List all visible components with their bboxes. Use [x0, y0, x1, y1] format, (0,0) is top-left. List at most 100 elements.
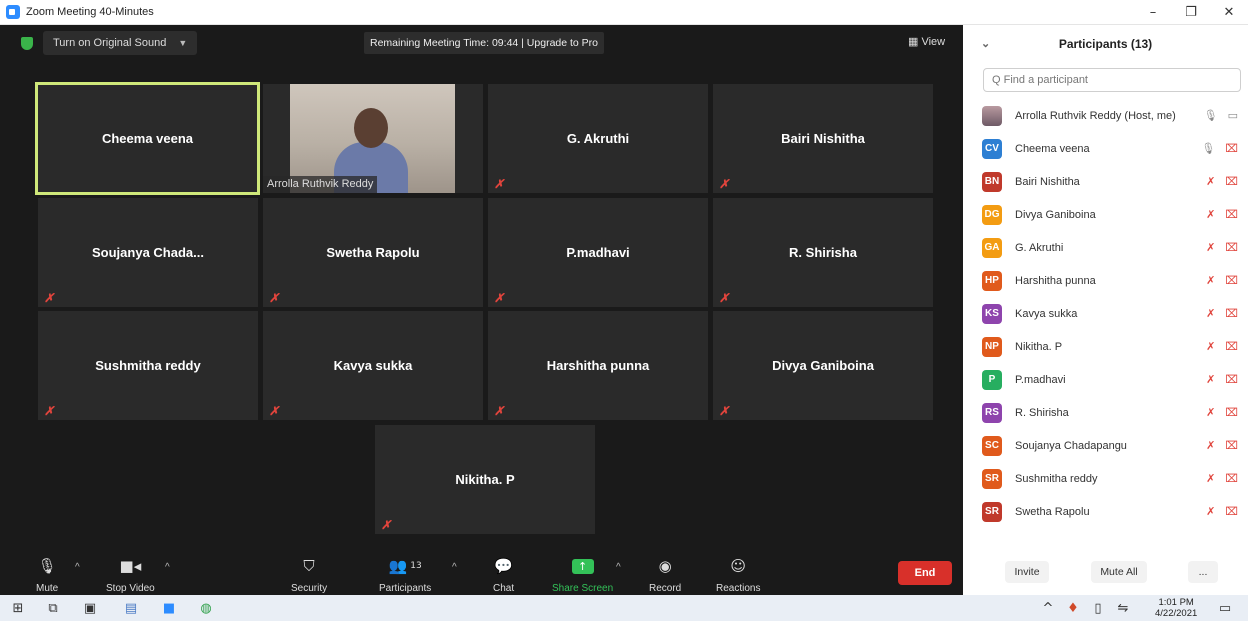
- original-sound-button[interactable]: Turn on Original Sound ▼: [43, 31, 198, 55]
- tile-name: Nikitha. P: [455, 472, 515, 487]
- participant-status: ✗ ⌧: [1206, 241, 1238, 254]
- participant-name: Harshitha punna: [1015, 274, 1096, 287]
- mute-label: Mute: [36, 583, 59, 594]
- video-off-icon[interactable]: ⌧: [1225, 274, 1238, 287]
- chat-button[interactable]: 💬 Chat: [493, 555, 514, 594]
- video-tile[interactable]: Divya Ganiboina ✗: [713, 311, 933, 420]
- participant-row[interactable]: GA G. Akruthi ✗ ⌧: [963, 231, 1248, 264]
- stop-video-button[interactable]: ■◂ Stop Video: [106, 555, 155, 594]
- participant-row[interactable]: SR Sushmitha reddy ✗ ⌧: [963, 462, 1248, 495]
- share-options-chevron-icon[interactable]: ^: [616, 562, 621, 573]
- video-tile[interactable]: R. Shirisha ✗: [713, 198, 933, 307]
- end-meeting-button[interactable]: End: [898, 561, 952, 585]
- video-tile-self[interactable]: Arrolla Ruthvik Reddy: [263, 84, 483, 193]
- zoom-taskbar-icon[interactable]: ■: [161, 600, 177, 616]
- participant-row[interactable]: Arrolla Ruthvik Reddy (Host, me) 🎙 ▭: [963, 99, 1248, 132]
- close-button[interactable]: ✕: [1210, 0, 1248, 25]
- participant-row[interactable]: RS R. Shirisha ✗ ⌧: [963, 396, 1248, 429]
- video-off-icon[interactable]: ⌧: [1225, 175, 1238, 188]
- participant-row[interactable]: NP Nikitha. P ✗ ⌧: [963, 330, 1248, 363]
- video-off-icon[interactable]: ⌧: [1225, 241, 1238, 254]
- video-options-chevron-icon[interactable]: ^: [165, 562, 170, 573]
- participants-button[interactable]: 👥 13 Participants: [379, 555, 431, 594]
- tile-name: R. Shirisha: [789, 245, 857, 260]
- task-view-icon[interactable]: ⧉: [45, 600, 61, 616]
- video-tile[interactable]: Nikitha. P ✗: [375, 425, 595, 534]
- video-camera-icon[interactable]: ▭: [1228, 109, 1238, 122]
- video-off-icon[interactable]: ⌧: [1225, 505, 1238, 518]
- reactions-button[interactable]: ☺ Reactions: [716, 555, 760, 594]
- system-clock[interactable]: 1:01 PM 4/22/2021: [1155, 597, 1197, 619]
- battery-icon[interactable]: ▯: [1090, 600, 1106, 616]
- video-off-icon[interactable]: ⌧: [1225, 208, 1238, 221]
- restore-button[interactable]: ❐: [1172, 0, 1210, 25]
- video-tile[interactable]: Harshitha punna ✗: [488, 311, 708, 420]
- tile-name: Bairi Nishitha: [781, 131, 865, 146]
- video-off-icon[interactable]: ⌧: [1225, 406, 1238, 419]
- mic-muted-icon[interactable]: ✗: [1206, 406, 1215, 419]
- security-label: Security: [291, 583, 328, 594]
- mic-muted-icon[interactable]: ✗: [1206, 175, 1215, 188]
- chevron-down-icon[interactable]: ▼: [178, 38, 187, 48]
- microphone-icon[interactable]: 🎙: [1201, 142, 1215, 155]
- video-tile[interactable]: Sushmitha reddy ✗: [38, 311, 258, 420]
- video-off-icon[interactable]: ⌧: [1225, 373, 1238, 386]
- mic-muted-icon[interactable]: ✗: [1206, 208, 1215, 221]
- store-icon[interactable]: ▣: [82, 600, 98, 616]
- video-tile[interactable]: Kavya sukka ✗: [263, 311, 483, 420]
- video-off-icon[interactable]: ⌧: [1225, 142, 1238, 155]
- notifications-icon[interactable]: ▭: [1217, 600, 1233, 616]
- avatar: KS: [982, 303, 1002, 324]
- video-tile[interactable]: Bairi Nishitha ✗: [713, 84, 933, 193]
- view-button[interactable]: ▦ View: [908, 35, 945, 48]
- audio-options-chevron-icon[interactable]: ^: [75, 562, 80, 573]
- video-tile[interactable]: G. Akruthi ✗: [488, 84, 708, 193]
- network-icon[interactable]: ⇋: [1115, 600, 1131, 616]
- participant-row[interactable]: HP Harshitha punna ✗ ⌧: [963, 264, 1248, 297]
- video-tile[interactable]: Soujanya Chada... ✗: [38, 198, 258, 307]
- network-app-icon[interactable]: ♦: [1065, 600, 1081, 616]
- share-screen-button[interactable]: ↑ Share Screen: [552, 555, 613, 594]
- notepad-icon[interactable]: ▤: [123, 600, 139, 616]
- video-tile-active[interactable]: Cheema veena: [35, 82, 260, 195]
- remaining-time-banner[interactable]: Remaining Meeting Time: 09:44 | Upgrade …: [364, 32, 605, 54]
- windows-start-icon[interactable]: ⊞: [10, 600, 26, 616]
- video-tile[interactable]: P.madhavi ✗: [488, 198, 708, 307]
- mic-muted-icon[interactable]: ✗: [1206, 307, 1215, 320]
- record-icon: ◉: [658, 557, 672, 575]
- participant-row[interactable]: BN Bairi Nishitha ✗ ⌧: [963, 165, 1248, 198]
- invite-button[interactable]: Invite: [1005, 561, 1049, 583]
- minimize-button[interactable]: –: [1134, 0, 1172, 25]
- record-button[interactable]: ◉ Record: [649, 555, 681, 594]
- mute-button[interactable]: 🎙 Mute: [36, 555, 58, 594]
- video-off-icon[interactable]: ⌧: [1225, 439, 1238, 452]
- mic-muted-icon[interactable]: ✗: [1206, 241, 1215, 254]
- participants-options-chevron-icon[interactable]: ^: [452, 562, 457, 573]
- participant-row[interactable]: DG Divya Ganiboina ✗ ⌧: [963, 198, 1248, 231]
- video-tile[interactable]: Swetha Rapolu ✗: [263, 198, 483, 307]
- chevron-down-icon[interactable]: ⌄: [981, 37, 990, 50]
- mic-muted-icon[interactable]: ✗: [1206, 472, 1215, 485]
- video-off-icon[interactable]: ⌧: [1225, 340, 1238, 353]
- mute-all-button[interactable]: Mute All: [1091, 561, 1147, 583]
- participant-status: ✗ ⌧: [1206, 406, 1238, 419]
- mic-muted-icon[interactable]: ✗: [1206, 373, 1215, 386]
- mic-muted-icon[interactable]: ✗: [1206, 505, 1215, 518]
- video-off-icon[interactable]: ⌧: [1225, 472, 1238, 485]
- chrome-icon[interactable]: ◍: [198, 600, 214, 616]
- more-options-button[interactable]: ...: [1188, 561, 1218, 583]
- participant-row[interactable]: SC Soujanya Chadapangu ✗ ⌧: [963, 429, 1248, 462]
- participant-row[interactable]: P P.madhavi ✗ ⌧: [963, 363, 1248, 396]
- mic-muted-icon[interactable]: ✗: [1206, 274, 1215, 287]
- chevron-up-icon[interactable]: ^: [1040, 600, 1056, 616]
- video-off-icon[interactable]: ⌧: [1225, 307, 1238, 320]
- encryption-shield-icon[interactable]: [21, 37, 33, 50]
- mic-muted-icon[interactable]: ✗: [1206, 340, 1215, 353]
- participant-row[interactable]: KS Kavya sukka ✗ ⌧: [963, 297, 1248, 330]
- mic-muted-icon[interactable]: ✗: [1206, 439, 1215, 452]
- participant-row[interactable]: SR Swetha Rapolu ✗ ⌧: [963, 495, 1248, 528]
- participant-row[interactable]: CV Cheema veena 🎙 ⌧: [963, 132, 1248, 165]
- microphone-icon[interactable]: 🎙: [1204, 109, 1218, 122]
- security-button[interactable]: ⛉ Security: [291, 555, 327, 594]
- participant-search-input[interactable]: Q Find a participant: [983, 68, 1241, 92]
